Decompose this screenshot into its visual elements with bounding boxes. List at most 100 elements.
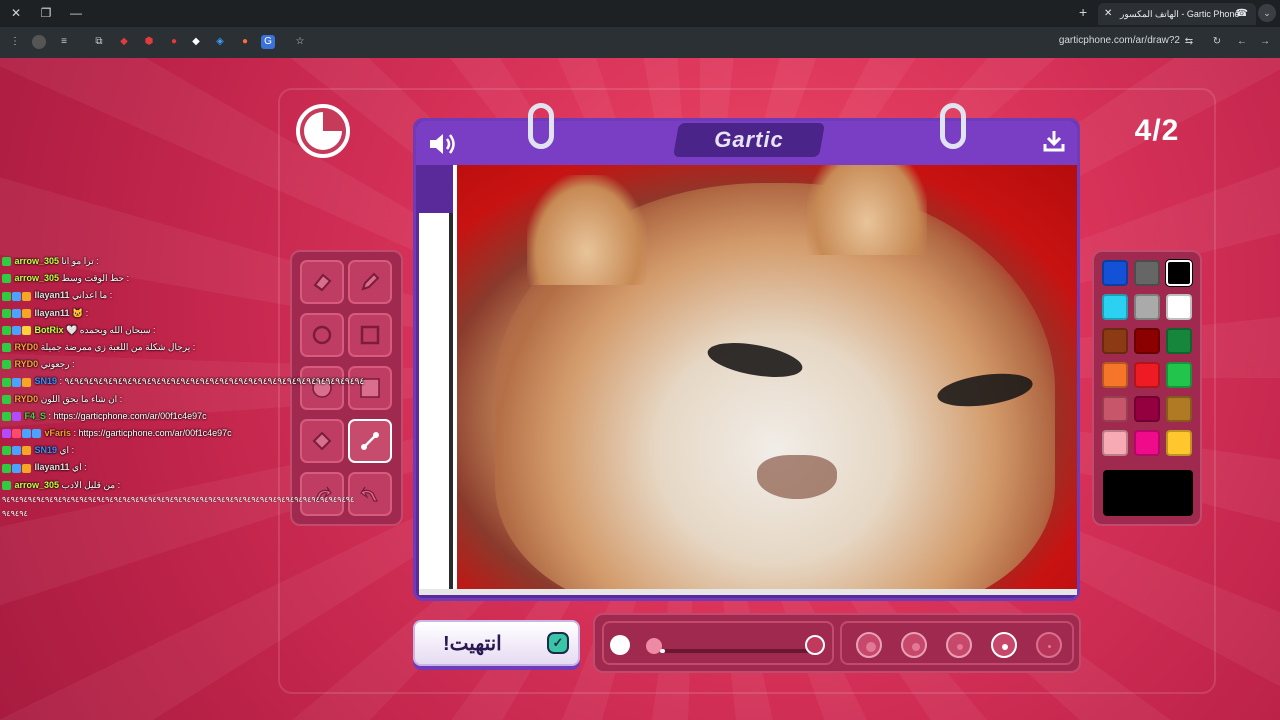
color-swatch[interactable]: [1166, 260, 1192, 286]
ext-translate-icon[interactable]: G: [261, 35, 275, 49]
ext-red-dot-icon[interactable]: ●: [167, 35, 181, 49]
opacity-slider-track[interactable]: [660, 649, 820, 653]
drawing-board: Gartic: [413, 103, 1080, 601]
address-bar[interactable]: garticphone.com/ar/draw?2: [1020, 35, 1180, 46]
chat-username: SN19: [32, 376, 60, 387]
color-swatch[interactable]: [1134, 328, 1160, 354]
chat-badge-icon: [12, 325, 21, 335]
color-swatch[interactable]: [1134, 430, 1160, 456]
bookmark-star-icon[interactable]: ☆: [293, 35, 307, 49]
download-icon[interactable]: [1042, 129, 1066, 153]
opacity-full-icon: [610, 635, 630, 655]
current-color-preview: [1103, 470, 1193, 516]
browser-tab[interactable]: ✕ الهاتف المكسور - Gartic Phone ☎: [1098, 3, 1256, 25]
opacity-empty-icon: [805, 635, 825, 655]
chat-message: F4_S : https://garticphone.com/ar/00f1c4…: [2, 409, 207, 424]
minimize-window-icon[interactable]: —: [66, 4, 86, 22]
ellipse-tool-icon[interactable]: [300, 313, 344, 357]
color-swatch[interactable]: [1102, 396, 1128, 422]
chat-username: RYD0: [12, 359, 41, 370]
color-swatch[interactable]: [1102, 294, 1128, 320]
gartic-logo: Gartic: [714, 127, 784, 152]
ext-diamond-icon[interactable]: ◆: [189, 35, 203, 49]
redo-tool-icon[interactable]: [348, 472, 392, 516]
color-swatch[interactable]: [1102, 430, 1128, 456]
chat-badge-icon: [2, 411, 11, 421]
chat-badge-icon: [12, 377, 21, 387]
chat-badge-icon: [22, 308, 31, 318]
chat-badge-icon: [22, 429, 31, 439]
fill-bucket-tool-icon[interactable]: [300, 419, 344, 463]
reader-icon[interactable]: ≡: [57, 35, 71, 49]
ext-shield-icon[interactable]: ⬢: [142, 35, 156, 49]
restore-window-icon[interactable]: ❐: [36, 4, 56, 22]
chat-badge-icon: [2, 257, 11, 267]
chat-text: من قليل الادب :: [61, 479, 121, 490]
chat-text: ترا مو انا :: [61, 256, 99, 266]
chat-username: arrow_305: [12, 256, 62, 266]
ext-red-icon[interactable]: ◆: [117, 35, 131, 49]
chat-badge-icon: [2, 394, 11, 404]
close-window-icon[interactable]: ✕: [6, 4, 26, 22]
done-button[interactable]: !انتهيت ✓: [413, 620, 580, 666]
chat-text: : https://garticphone.com/ar/00f1c4e97c: [48, 410, 207, 421]
chat-badge-icon: [12, 446, 21, 456]
chat-username: llayan11: [32, 290, 73, 301]
chat-message: arrow_305 ترا مو انا :: [2, 254, 99, 269]
chat-badge-icon: [2, 343, 11, 353]
speaker-icon[interactable]: [428, 131, 458, 157]
color-swatch[interactable]: [1134, 260, 1160, 286]
drawing-canvas[interactable]: [419, 165, 1077, 595]
back-icon[interactable]: ←: [1235, 35, 1249, 49]
pencil-tool-icon[interactable]: [348, 260, 392, 304]
color-swatch[interactable]: [1166, 396, 1192, 422]
done-button-label: !انتهيت: [443, 633, 502, 655]
chat-username: arrow_305: [12, 479, 62, 490]
color-swatch[interactable]: [1102, 362, 1128, 388]
rectangle-tool-icon[interactable]: [348, 313, 392, 357]
chat-message: llayan11 🐱 :: [2, 306, 88, 321]
chat-badge-icon: [22, 291, 31, 301]
color-swatch[interactable]: [1134, 294, 1160, 320]
chat-badge-icon: [2, 463, 11, 473]
opacity-slider-group: [602, 621, 834, 665]
color-swatch[interactable]: [1102, 328, 1128, 354]
eraser-tool-icon[interactable]: [300, 260, 344, 304]
color-swatch[interactable]: [1134, 396, 1160, 422]
chat-message: RYD0 ان شاء ما يحق اللون :: [2, 392, 122, 407]
new-tab-icon[interactable]: +: [1079, 4, 1087, 20]
avatar-icon[interactable]: [32, 35, 46, 49]
tab-search-icon[interactable]: ⌄: [1258, 4, 1276, 22]
chat-username: vFaris: [42, 428, 74, 438]
chat-username: F4_S: [22, 410, 49, 421]
color-swatch[interactable]: [1134, 362, 1160, 388]
ext-blue-icon[interactable]: ◈: [213, 35, 227, 49]
color-swatch[interactable]: [1166, 430, 1192, 456]
site-settings-icon[interactable]: ⇆: [1182, 35, 1196, 49]
forward-icon[interactable]: →: [1258, 35, 1272, 49]
chat-badge-icon: [2, 325, 11, 335]
chat-text: : https://garticphone.com/ar/00f1c4e97c: [73, 428, 232, 438]
chat-overflow-line: ٩٤٩٤٩٤٩٤٩٤٩٤٩٤٩٤٩٤٩٤٩٤٩٤٩٤٩٤٩٤٩٤٩٤٩٤٩٤٩٤…: [2, 494, 355, 504]
close-tab-icon[interactable]: ✕: [1104, 3, 1112, 25]
browser-tab-bar: ✕ ❐ — + ✕ الهاتف المكسور - Gartic Phone …: [0, 0, 1280, 27]
color-swatch[interactable]: [1166, 294, 1192, 320]
color-swatch[interactable]: [1166, 328, 1192, 354]
cat-photo: [457, 165, 1077, 589]
chat-message: RYD0 رجعوني :: [2, 357, 75, 372]
color-swatch[interactable]: [1166, 362, 1192, 388]
reload-icon[interactable]: ↻: [1210, 35, 1224, 49]
chat-username: RYD0: [12, 393, 41, 404]
color-swatch[interactable]: [1102, 260, 1128, 286]
menu-icon[interactable]: ⋮: [8, 35, 22, 49]
ext-mask-icon[interactable]: ●: [238, 35, 252, 49]
puzzle-icon[interactable]: ⧉: [92, 35, 106, 49]
chat-badge-icon: [22, 446, 31, 456]
line-tool-icon[interactable]: [348, 419, 392, 463]
checkmark-icon: ✓: [547, 632, 569, 654]
chat-badge-icon: [12, 463, 21, 473]
browser-toolbar: ⋮ ≡ ⧉ ◆ ⬢ ● ◆ ◈ ● G ☆ garticphone.com/ar…: [0, 27, 1280, 58]
chat-message: SN19 اي :: [2, 443, 74, 458]
chat-badge-icon: [22, 463, 31, 473]
chat-badge-icon: [12, 308, 21, 318]
